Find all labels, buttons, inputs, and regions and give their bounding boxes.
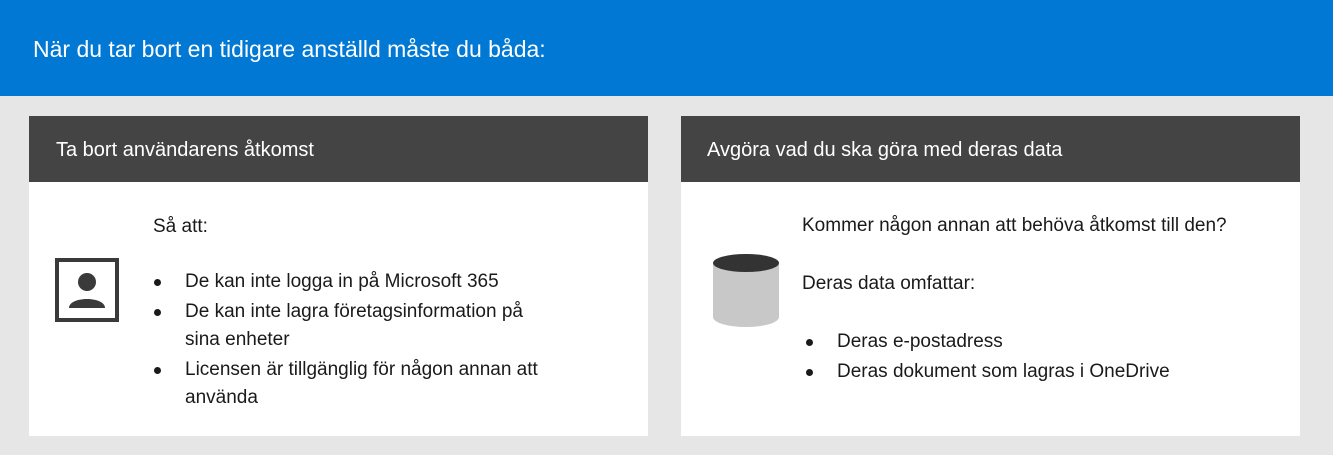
banner-title: När du tar bort en tidigare anställd mås… [0,0,1333,96]
data-decision-card-body: Kommer någon annan att behöva åtkomst ti… [681,182,1300,436]
list-item: Deras e-postadress [802,328,1262,356]
remove-access-card-title: Ta bort användarens åtkomst [29,116,648,182]
list-item: Deras dokument som lagras i OneDrive [802,358,1262,386]
user-icon [55,258,119,322]
database-icon [713,254,779,327]
data-includes-bullet-list: Deras e-postadress Deras dokument som la… [802,328,1262,386]
list-item: De kan inte lagra företagsinformation på… [150,298,550,354]
remove-access-card-body: Så att: De kan inte logga in på Microsof… [29,182,648,436]
remove-access-bullet-list: De kan inte logga in på Microsoft 365 De… [150,268,550,412]
remove-access-lead: Så att: [153,216,208,237]
list-item: Licensen är tillgänglig för någon annan … [150,356,550,412]
data-access-question: Kommer någon annan att behöva åtkomst ti… [802,215,1227,236]
remove-access-card: Ta bort användarens åtkomst Så att: De k… [29,116,648,436]
list-item: De kan inte logga in på Microsoft 365 [150,268,550,296]
data-decision-card-title: Avgöra vad du ska göra med deras data [681,116,1300,182]
data-decision-card: Avgöra vad du ska göra med deras data Ko… [681,116,1300,436]
data-includes-lead: Deras data omfattar: [802,273,976,294]
diagram-frame: När du tar bort en tidigare anställd mås… [0,0,1333,455]
